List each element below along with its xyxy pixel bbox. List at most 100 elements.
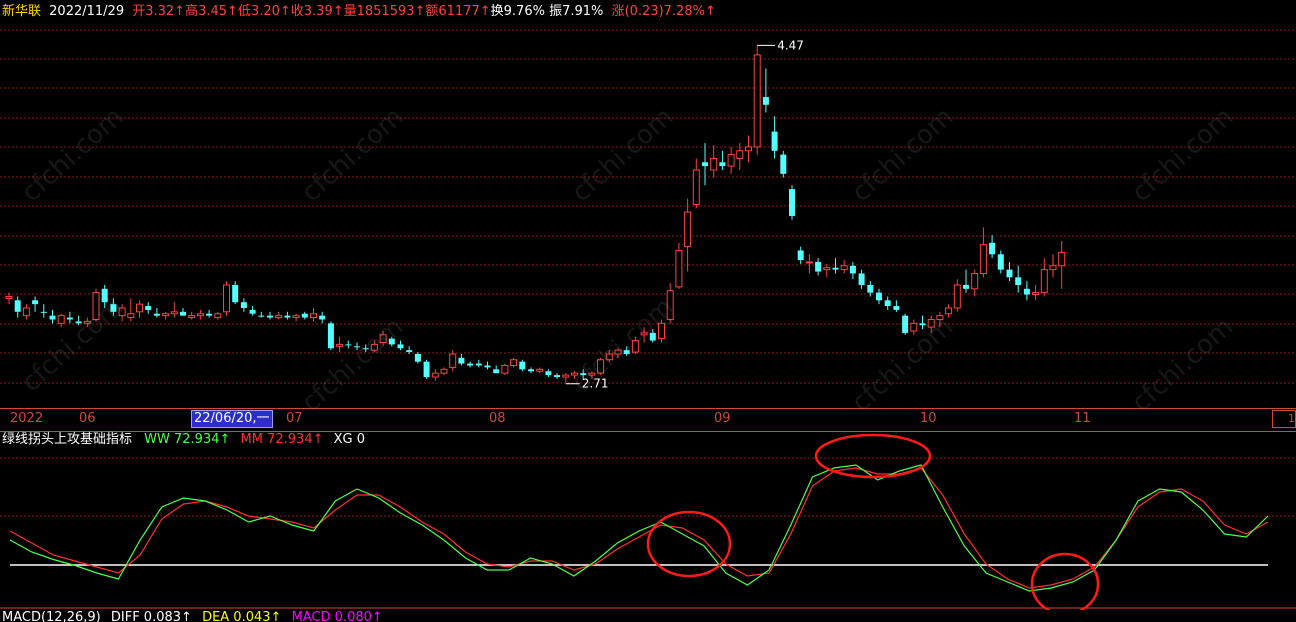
candle-body (136, 303, 143, 313)
candle-body (40, 311, 47, 313)
candle-body (849, 265, 856, 274)
candle-body (431, 372, 439, 378)
candle-body (467, 363, 474, 366)
candle-body (753, 54, 761, 148)
candle-body (536, 368, 544, 372)
candle-body (815, 261, 822, 272)
candle-body (180, 311, 186, 316)
scroll-button[interactable]: 1 (1272, 410, 1296, 428)
candle-body (1040, 269, 1048, 294)
candle-body (206, 313, 213, 316)
axis-label-sep: 09 (714, 411, 731, 426)
macd-header: MACD(12,26,9) DIFF 0.083↑ DEA 0.043↑ MAC… (2, 611, 383, 622)
candle-body (675, 249, 683, 288)
candle-body (1015, 277, 1022, 285)
candle-body (49, 315, 56, 320)
candle-body (336, 343, 344, 347)
candle-body (170, 311, 178, 315)
candle-body (57, 315, 65, 324)
candle-body (284, 315, 291, 318)
candle-body (258, 315, 265, 317)
candle-body (971, 272, 979, 290)
candle-body (406, 350, 413, 353)
candle-body (684, 211, 692, 248)
axis-label-year: 2022 (10, 411, 44, 426)
candle-body (910, 322, 918, 332)
axis-label-nov: 11 (1074, 411, 1091, 426)
axis-label-oct: 10 (920, 411, 937, 426)
candle-body (188, 315, 196, 319)
candle-body (22, 307, 30, 317)
candle-body (805, 261, 813, 264)
candle-body (832, 267, 839, 270)
candle-body (145, 306, 152, 310)
candlestick-chart[interactable]: 4.472.71 (0, 0, 1296, 408)
candle-body (32, 300, 39, 305)
selected-date-chip[interactable]: 22/06/20,一 (191, 410, 273, 428)
candle-body (719, 162, 726, 167)
axis-label-aug: 08 (489, 411, 506, 426)
highlight-circle (1030, 552, 1100, 610)
candle-body (902, 315, 909, 333)
candle-body (14, 300, 21, 312)
candle-body (1006, 269, 1013, 278)
candle-body (797, 250, 804, 261)
mm-line (9, 467, 1269, 589)
highlight-circle (814, 433, 932, 479)
candle-body (267, 315, 273, 318)
candle-body (780, 154, 787, 174)
candle-body (867, 284, 874, 293)
candle-body (153, 313, 160, 316)
candle-body (554, 375, 561, 377)
candle-body (240, 302, 247, 308)
candle-body (162, 313, 170, 317)
candle-body (1058, 251, 1066, 267)
candle-body (528, 369, 534, 372)
macd-name[interactable]: MACD(12,26,9) (2, 610, 101, 622)
stock-chart-window: { "colors": { "bg": "#000000", "up": "#f… (0, 0, 1296, 622)
candle-body (953, 284, 961, 309)
candle-body (545, 371, 552, 376)
candle-body (66, 317, 73, 320)
candle-body (232, 284, 239, 303)
candle-body (840, 265, 848, 271)
candle-body (275, 315, 283, 319)
candle-body (519, 361, 526, 370)
dea-value: DEA 0.043↑ (202, 610, 282, 622)
ww-line (9, 464, 1269, 592)
candle-body (727, 154, 735, 167)
diff-value: DIFF 0.083↑ (110, 610, 192, 622)
candle-body (414, 353, 421, 362)
candle-body (858, 273, 865, 285)
candle-body (702, 162, 708, 167)
candle-body (484, 365, 491, 368)
candle-body (1049, 265, 1057, 271)
candle-body (823, 267, 831, 271)
candle-body (493, 369, 500, 374)
candle-body (1032, 292, 1040, 296)
candle-body (876, 292, 882, 301)
candle-body (736, 150, 744, 159)
candle-body (449, 353, 457, 368)
candle-body (292, 315, 300, 319)
candle-body (692, 169, 700, 205)
candle-body (979, 244, 987, 274)
candle-body (745, 146, 752, 152)
candle-body (475, 363, 482, 366)
candle-body (214, 313, 222, 319)
candle-body (884, 300, 891, 307)
candle-body (997, 254, 1004, 270)
axis-label-jun: 06 (79, 411, 96, 426)
candle-body (789, 189, 795, 216)
candle-body (501, 364, 509, 374)
candle-body (301, 313, 308, 318)
candle-body (510, 359, 518, 366)
indicator-chart[interactable] (0, 430, 1296, 610)
macd-value: MACD 0.080↑ (291, 610, 383, 622)
candle-body (196, 313, 204, 317)
candle-body (893, 306, 900, 310)
candle-body (762, 97, 769, 105)
max-annotation: 4.47 (777, 38, 804, 52)
candle-body (397, 344, 404, 349)
candle-body (423, 361, 430, 377)
